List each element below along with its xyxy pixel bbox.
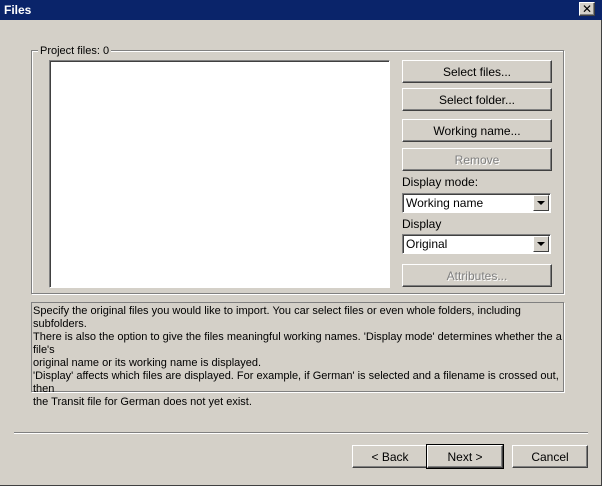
footer-separator xyxy=(14,432,588,434)
files-dialog: Files ✕ Project files: 0 Select files...… xyxy=(0,0,602,486)
project-files-label: Project files: 0 xyxy=(38,45,112,57)
chevron-down-icon[interactable] xyxy=(533,195,549,211)
close-button[interactable]: ✕ xyxy=(579,2,595,16)
remove-button[interactable]: Remove xyxy=(402,148,552,171)
select-files-button[interactable]: Select files... xyxy=(402,60,552,83)
close-icon: ✕ xyxy=(581,2,593,16)
attributes-button[interactable]: Attributes... xyxy=(402,264,552,287)
back-button[interactable]: < Back xyxy=(352,445,428,468)
title-bar[interactable]: Files ✕ xyxy=(0,0,602,20)
next-button[interactable]: Next > xyxy=(426,444,504,469)
display-mode-value: Working name xyxy=(406,196,484,210)
display-mode-select[interactable]: Working name xyxy=(402,193,551,213)
select-folder-button[interactable]: Select folder... xyxy=(402,88,552,111)
working-name-button[interactable]: Working name... xyxy=(402,119,552,142)
display-label: Display xyxy=(402,217,442,231)
description-text: Specify the original files you would lik… xyxy=(33,305,562,408)
cancel-button[interactable]: Cancel xyxy=(512,445,588,468)
chevron-down-icon[interactable] xyxy=(533,236,549,252)
display-select[interactable]: Original xyxy=(402,234,551,254)
display-mode-label: Display mode: xyxy=(402,175,479,189)
window-title: Files xyxy=(4,3,32,17)
display-value: Original xyxy=(406,237,448,251)
project-files-list[interactable] xyxy=(49,60,390,288)
description-box: Specify the original files you would lik… xyxy=(31,302,564,408)
